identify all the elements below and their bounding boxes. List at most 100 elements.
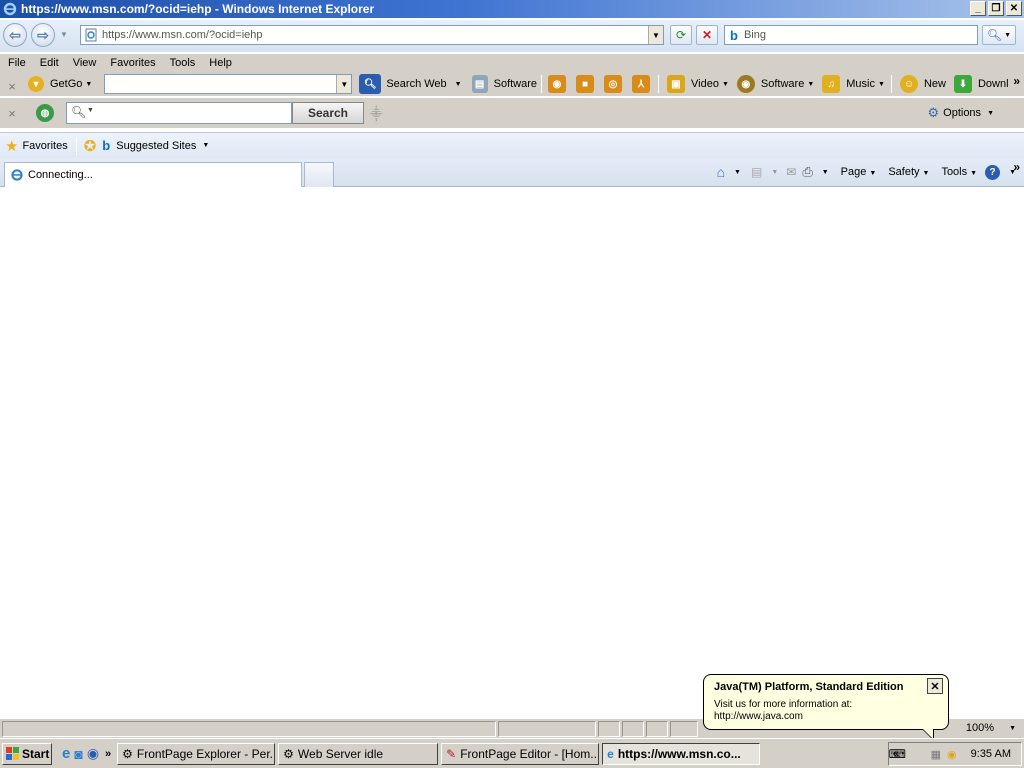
minimize-button[interactable]: _ [970,1,986,16]
rss-icon[interactable]: ◉ [548,75,567,93]
search-web-dropdown-icon[interactable]: ▼ [455,81,462,88]
close-window-button[interactable]: ✕ [1006,1,1022,16]
menu-tools[interactable]: Tools [170,57,196,69]
menu-edit[interactable]: Edit [40,57,59,69]
task-frontpage-editor[interactable]: ✎ FrontPage Editor - [Hom... [441,742,600,765]
home-dropdown-icon[interactable]: ▼ [734,169,741,176]
back-button[interactable]: ⇦ [3,23,27,47]
feeds-dropdown-icon[interactable]: ▼ [771,169,778,176]
tab-current[interactable]: Connecting... [4,162,302,187]
help-icon[interactable]: ? [985,164,1001,180]
download-button[interactable]: ⬇ Downl [953,75,1009,93]
download-label: Downl [977,78,1009,90]
toolbar-search-input[interactable]: 🔍︎ ▼ [66,102,292,124]
tab-title: Connecting... [28,169,93,181]
toolbar-overflow-icon[interactable]: » [1013,74,1020,88]
command-bar-overflow-icon[interactable]: » [1013,160,1020,174]
stop-icon: ✕ [701,28,713,42]
suggested-sites-label: Suggested Sites [116,139,197,152]
java-notification-balloon[interactable]: Java(TM) Platform, Standard Edition Visi… [703,674,949,741]
combo-dropdown-icon[interactable]: ▼ [336,75,352,93]
camera-icon[interactable]: ■ [576,75,595,93]
ie-task-icon: e [607,746,614,761]
toolbar-grip-icon[interactable]: ⸎ [370,105,383,122]
address-dropdown-icon[interactable]: ▼ [648,26,663,44]
favorites-button[interactable]: ★ Favorites [5,137,68,155]
menu-bar: File Edit View Favorites Tools Help [0,54,1024,72]
search-toolbar: × ◍ 🔍︎ ▼ Search ⸎ ⚙ Options ▼ [0,98,1024,128]
music-dropdown-icon: ▼ [878,80,885,88]
new-tab-button[interactable] [304,162,334,187]
menu-favorites[interactable]: Favorites [110,57,155,69]
software-label: Software [493,78,538,90]
globe-icon[interactable]: ◎ [604,75,623,93]
page-dropdown-icon: ▼ [869,170,877,177]
refresh-button[interactable]: ⟳ [670,25,692,45]
getgo-search-combo[interactable]: ▼ [104,74,353,94]
stop-button[interactable]: ✕ [696,25,718,45]
menu-file[interactable]: File [8,57,26,69]
getgo-menu[interactable]: ▾ GetGo ▼ [28,76,92,92]
quicklaunch-overflow-icon[interactable]: » [105,748,111,760]
toolbar-search-button[interactable]: Search [292,102,364,124]
feeds-icon[interactable]: ▤ [751,165,762,179]
suggested-sites-button[interactable]: b Suggested Sites ▼ [102,138,209,153]
start-button[interactable]: Start [2,742,52,765]
status-cell-3 [646,721,668,737]
search-web-icon: 🔍︎ [359,74,382,94]
history-dropdown-icon[interactable]: ▼ [60,30,68,39]
getgo-dropdown-icon: ▼ [85,80,93,88]
mail-icon[interactable]: ✉ [786,165,796,179]
tab-strip: Connecting... ⌂ ▼ ▤ ▼ ✉ ⎙ ▼ Page ▼ Safety… [0,158,1024,187]
forward-button[interactable]: ⇨ [31,23,55,47]
search-options-dropdown-icon[interactable]: ▼ [1004,32,1011,39]
ie-logo-icon [3,2,17,16]
walker-icon[interactable]: ⅄ [632,75,651,93]
close-toolbar-icon[interactable]: × [6,79,18,94]
favorites-star-icon: ★ [5,137,19,155]
home-icon[interactable]: ⌂ [717,164,725,180]
search-go-button[interactable]: 🔍︎ ▼ [982,25,1016,45]
add-favorite-icon[interactable]: ✪ [84,137,97,155]
video-button[interactable]: ▣ Video ▼ [667,75,729,93]
address-bar[interactable]: https://www.msn.com/?ocid=iehp ▼ [80,25,664,45]
print-icon[interactable]: ⎙ [802,164,812,180]
getgo-label: GetGo [50,78,83,90]
media-player-quicklaunch-icon[interactable]: ◉ [87,745,99,762]
zoom-dropdown-icon: ▼ [1009,724,1016,732]
outlook-quicklaunch-icon[interactable]: ◙ [74,746,82,762]
music-button[interactable]: ♫ Music ▼ [822,75,885,93]
address-url[interactable]: https://www.msn.com/?ocid=iehp [102,29,263,41]
options-dropdown-icon: ▼ [987,109,994,117]
safety-menu[interactable]: Safety ▼ [888,166,929,178]
task-frontpage-explorer[interactable]: ⚙ FrontPage Explorer - Per... [117,742,276,765]
getgo-tray-icon[interactable]: ◉ [947,748,957,761]
search-web-button[interactable]: 🔍︎ Search Web ▼ [359,74,462,94]
task-ie-msn[interactable]: e https://www.msn.co... [602,742,761,765]
software-button[interactable]: ▤ Software [471,75,538,93]
task-web-server[interactable]: ⚙ Web Server idle [278,742,439,765]
page-menu[interactable]: Page ▼ [841,166,877,178]
software2-button[interactable]: ◉ Software ▼ [736,75,814,93]
close-search-toolbar-icon[interactable]: × [6,106,18,121]
ie-quicklaunch-icon[interactable]: e [62,745,70,762]
task-label-0: FrontPage Explorer - Per... [136,746,276,761]
search-web-label: Search Web [386,78,447,90]
menu-view[interactable]: View [73,57,97,69]
java-tray-icon[interactable]: ▦ [931,748,941,761]
download-arrow-icon: ⬇ [953,75,972,93]
status-cell-4 [670,721,698,737]
status-cell-2 [622,721,644,737]
options-button[interactable]: ⚙ Options ▼ [927,105,994,121]
new-button[interactable]: ☺ New [899,75,946,93]
tray-expand-icon[interactable]: « [893,748,899,760]
restore-button[interactable]: ❐ [988,1,1004,16]
balloon-close-button[interactable]: ✕ [927,678,943,694]
search-input[interactable]: b Bing [724,25,978,45]
zoom-control[interactable]: 100% ▼ [966,722,1016,734]
search-engine-dropdown-icon[interactable]: ▼ [87,107,94,114]
globe-green-icon[interactable]: ◍ [36,104,54,122]
menu-help[interactable]: Help [209,57,232,69]
print-dropdown-icon[interactable]: ▼ [822,169,829,176]
tools-menu[interactable]: Tools ▼ [941,166,977,178]
